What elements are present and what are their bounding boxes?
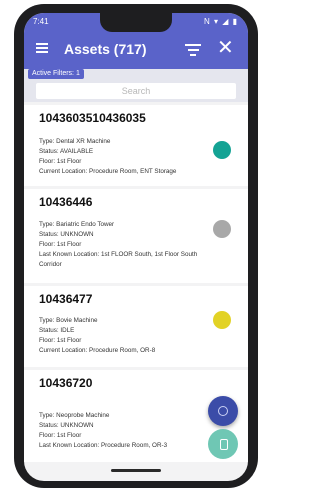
asset-location: Last Known Location: Procedure Room, OR-… bbox=[39, 442, 168, 449]
camera-notch bbox=[100, 13, 172, 32]
asset-type: Type: Dental XR Machine bbox=[39, 138, 111, 145]
hamburger-icon[interactable] bbox=[36, 43, 48, 53]
asset-location: Current Location: Procedure Room, ENT St… bbox=[39, 168, 177, 175]
page-title: Assets (717) bbox=[64, 41, 147, 57]
status-indicator bbox=[213, 220, 231, 238]
asset-status: Status: UNKNOWN bbox=[39, 422, 94, 429]
filter-bar: Active Filters: 1 bbox=[24, 69, 248, 80]
asset-status: Status: AVAILABLE bbox=[39, 148, 94, 155]
asset-floor: Floor: 1st Floor bbox=[39, 241, 82, 248]
status-icons: N ▾ ◢ ▮ bbox=[203, 17, 238, 26]
asset-id: 1043603510436035 bbox=[39, 111, 146, 125]
asset-floor: Floor: 1st Floor bbox=[39, 158, 82, 165]
asset-location: Current Location: Procedure Room, OR-8 bbox=[39, 347, 156, 354]
asset-card[interactable]: 10436477 Type: Bovie Machine Status: IDL… bbox=[24, 286, 248, 367]
close-icon[interactable]: ✕ bbox=[217, 37, 234, 59]
asset-type: Type: Bovie Machine bbox=[39, 317, 98, 324]
asset-id: 10436720 bbox=[39, 376, 93, 390]
status-indicator bbox=[213, 311, 231, 329]
asset-floor: Floor: 1st Floor bbox=[39, 432, 82, 439]
status-time: 7:41 bbox=[33, 17, 49, 26]
search-bar: Search bbox=[24, 80, 248, 102]
home-indicator[interactable] bbox=[111, 469, 161, 472]
active-filters-badge[interactable]: Active Filters: 1 bbox=[28, 69, 84, 79]
phone-frame: 7:41 N ▾ ◢ ▮ Assets (717) ✕ Active Filte… bbox=[14, 4, 258, 488]
search-input[interactable]: Search bbox=[36, 83, 236, 99]
filter-icon[interactable] bbox=[185, 44, 201, 56]
tag-icon[interactable] bbox=[208, 429, 238, 459]
asset-type: Type: Neoprobe Machine bbox=[39, 412, 110, 419]
asset-card[interactable]: 1043603510436035 Type: Dental XR Machine… bbox=[24, 105, 248, 186]
status-indicator bbox=[213, 141, 231, 159]
scan-icon[interactable] bbox=[208, 396, 238, 426]
asset-card[interactable]: 10436446 Type: Bariatric Endo Tower Stat… bbox=[24, 189, 248, 283]
app-bar: Assets (717) ✕ bbox=[24, 30, 248, 69]
asset-location: Last Known Location: 1st FLOOR South, 1s… bbox=[39, 251, 198, 268]
asset-status: Status: UNKNOWN bbox=[39, 231, 94, 238]
asset-id: 10436477 bbox=[39, 292, 93, 306]
asset-id: 10436446 bbox=[39, 195, 93, 209]
asset-type: Type: Bariatric Endo Tower bbox=[39, 221, 115, 228]
asset-status: Status: IDLE bbox=[39, 327, 75, 334]
asset-floor: Floor: 1st Floor bbox=[39, 337, 82, 344]
screen: 7:41 N ▾ ◢ ▮ Assets (717) ✕ Active Filte… bbox=[24, 13, 248, 481]
